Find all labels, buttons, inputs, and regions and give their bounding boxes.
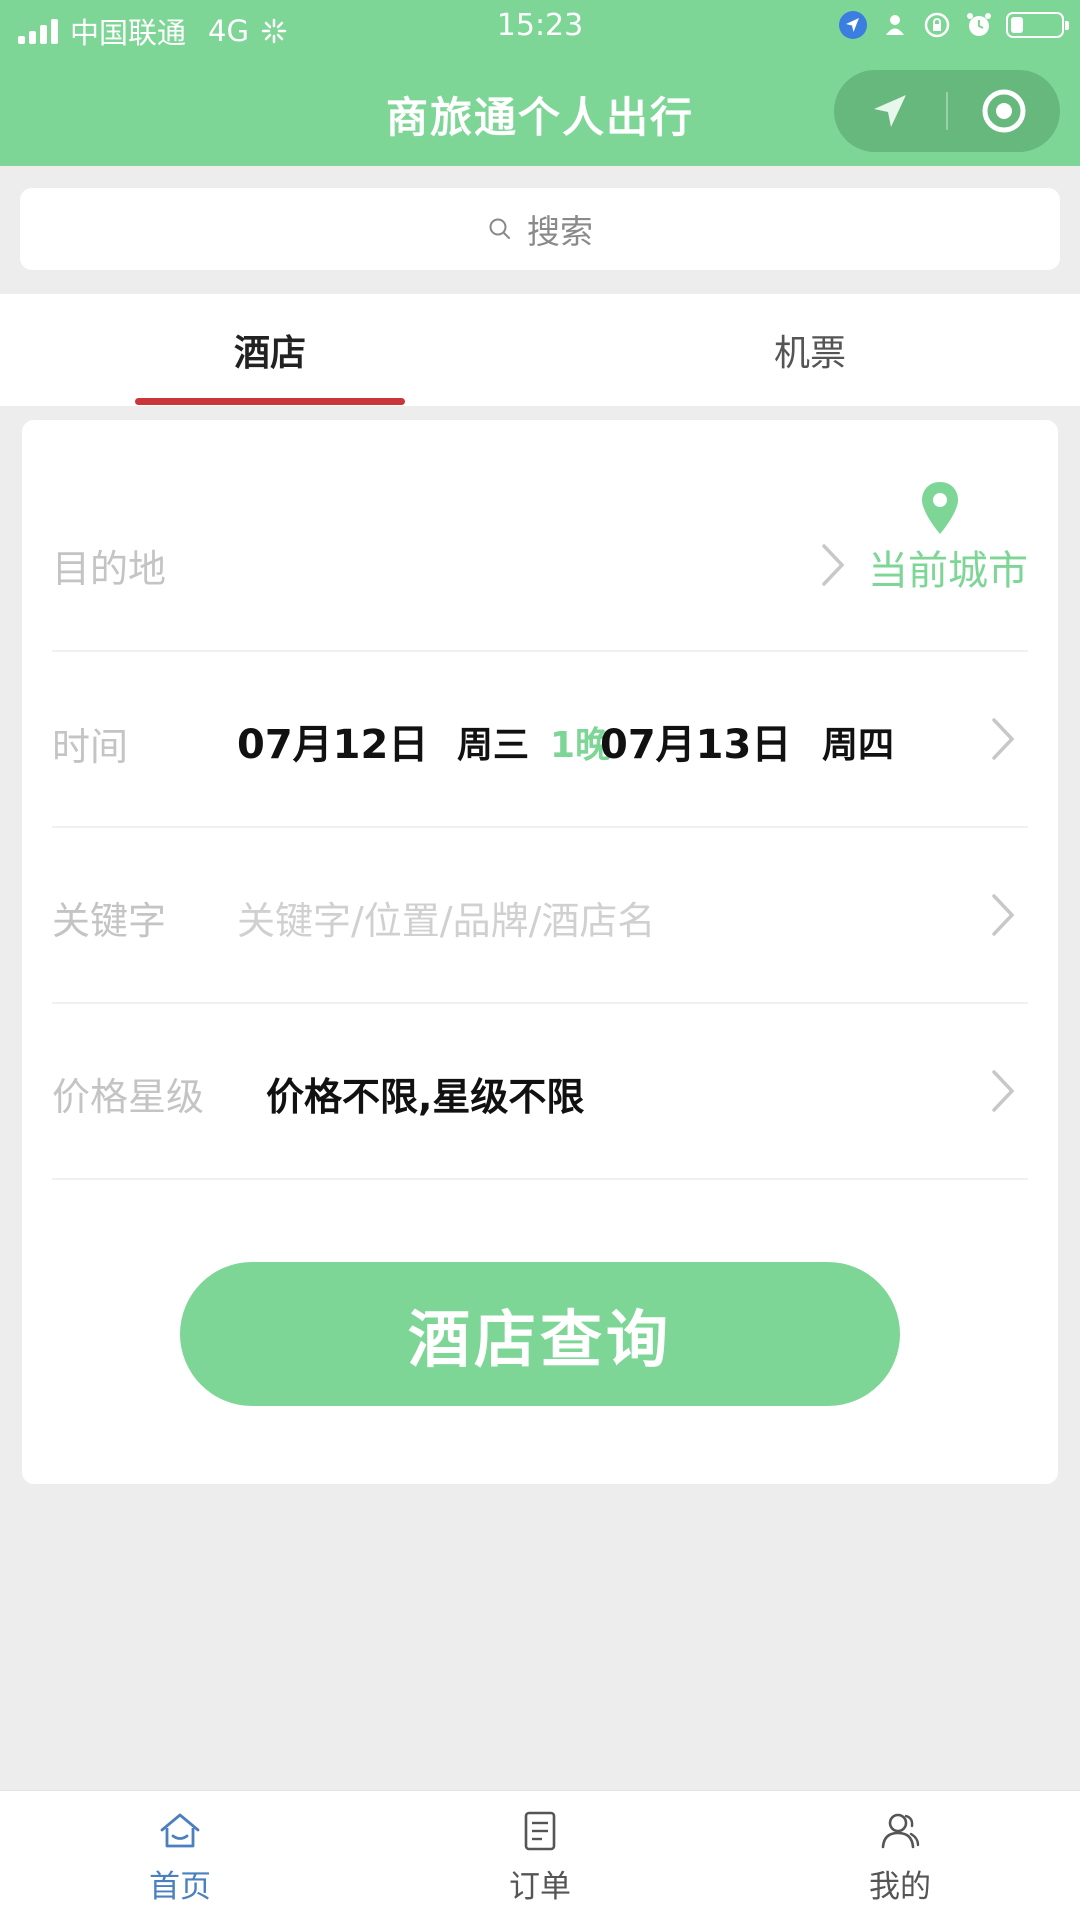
nav-bar: 商旅通个人出行 [0,56,1080,166]
destination-row[interactable]: 目的地 当前城市 [52,420,1028,652]
profile-icon [881,1813,920,1849]
tabbar-profile-label: 我的 [869,1869,931,1905]
tabbar-home[interactable]: 首页 [0,1791,360,1921]
person-icon [886,15,904,35]
capsule-close-button[interactable] [948,70,1060,152]
location-pin-icon [922,482,958,534]
status-right [838,10,1069,40]
price-star-label: 价格星级 [52,1075,205,1119]
tab-hotel[interactable]: 酒店 [0,294,540,406]
category-tabs: 酒店 机票 [0,294,1080,406]
chevron-right-icon [992,1070,1015,1112]
chevron-right-icon [822,544,845,586]
bottom-tab-bar: 首页 订单 我的 [0,1790,1080,1921]
check-out-date: 07月13日 [600,722,792,768]
tabbar-profile[interactable]: 我的 [720,1791,1080,1921]
tabbar-home-label: 首页 [149,1869,211,1905]
destination-label: 目的地 [52,547,167,591]
capsule-location-button[interactable] [834,70,946,152]
price-star-row[interactable]: 价格星级 价格不限,星级不限 [52,1004,1028,1180]
keyword-input[interactable]: 关键字/位置/品牌/酒店名 [237,890,655,945]
alarm-icon [967,13,991,36]
target-circle-icon [982,89,1026,133]
mini-program-capsule [834,70,1060,152]
status-bar: 中国联通 4G 15:23 [0,0,1080,56]
navigation-arrow-icon [874,95,906,127]
chevron-right-icon [992,718,1015,760]
search-bar[interactable]: 搜索 [20,188,1060,270]
hotel-search-button[interactable]: 酒店查询 [180,1262,900,1406]
tabbar-orders[interactable]: 订单 [360,1791,720,1921]
time-label: 时间 [52,725,129,769]
current-city-button[interactable]: 当前城市 [868,538,1028,596]
tab-flight[interactable]: 机票 [540,294,1080,406]
location-arrow-icon [839,11,867,39]
battery-icon [1006,12,1069,38]
date-row[interactable]: 时间 07月12日 周三 1晚 07月13日 周四 [52,652,1028,828]
active-tab-indicator [135,398,405,405]
hotel-search-card: 目的地 当前城市 时间 07月12日 周三 1晚 07月13日 周四 关键字 关… [22,420,1058,1484]
search-icon [489,218,510,239]
tabbar-orders-label: 订单 [509,1869,571,1905]
price-star-value: 价格不限,星级不限 [266,1075,585,1119]
check-in-weekday: 周三 [457,725,530,766]
check-out-weekday: 周四 [822,725,895,766]
order-icon [524,1811,556,1851]
keyword-row[interactable]: 关键字 关键字/位置/品牌/酒店名 [52,828,1028,1004]
check-in-date: 07月12日 [237,722,429,768]
rotation-lock-icon [924,12,950,38]
keyword-label: 关键字 [52,899,167,943]
home-icon [160,1813,200,1848]
chevron-right-icon [992,894,1015,936]
search-placeholder: 搜索 [527,212,593,251]
